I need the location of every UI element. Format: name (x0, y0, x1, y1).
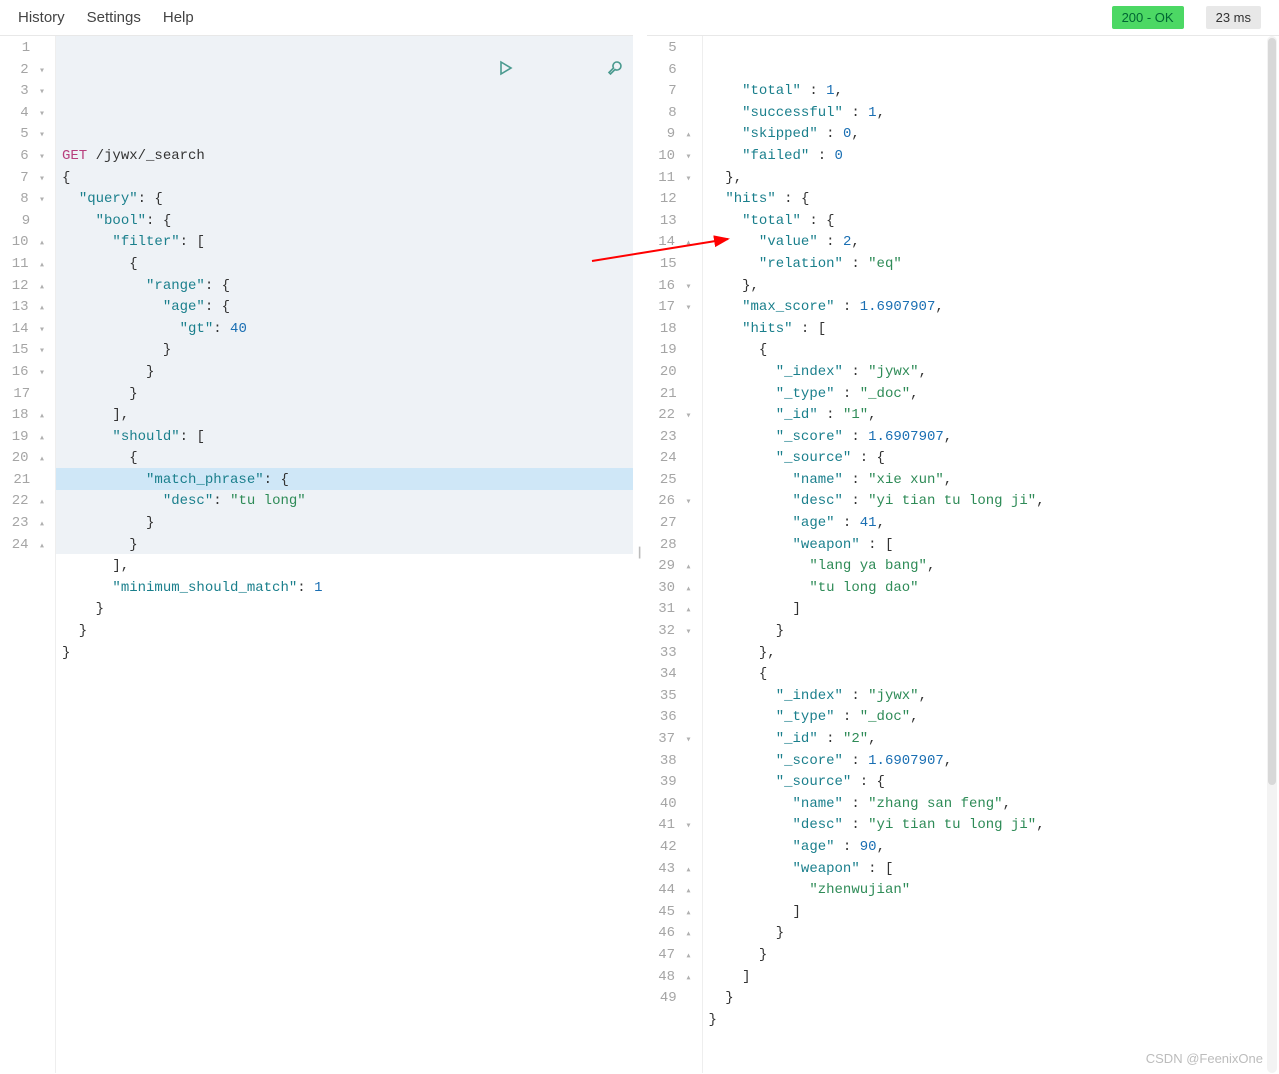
code-line: "lang ya bang", (709, 556, 1279, 578)
code-line: "_score" : 1.6907907, (709, 427, 1279, 449)
code-line: "gt": 40 (62, 319, 633, 341)
code-line: "desc": "tu long" (62, 491, 633, 513)
code-line: "_index" : "jywx", (709, 362, 1279, 384)
code-line: } (62, 643, 633, 665)
status-time: 23 ms (1206, 6, 1261, 29)
code-line: } (62, 513, 633, 535)
code-line: ] (709, 967, 1279, 989)
code-line: }, (709, 168, 1279, 190)
menubar: History Settings Help 200 - OK 23 ms (0, 0, 1279, 35)
response-gutter: 5 6 7 8 9 ▴10 ▾11 ▾12 13 14 ▴15 16 ▾17 ▾… (647, 36, 703, 1073)
code-line: "query": { (62, 189, 633, 211)
code-line: } (709, 923, 1279, 945)
code-line: "_index" : "jywx", (709, 686, 1279, 708)
code-line: "_score" : 1.6907907, (709, 751, 1279, 773)
code-line: { (709, 664, 1279, 686)
code-line: "hits" : { (709, 189, 1279, 211)
code-line: "minimum_should_match": 1 (62, 578, 633, 600)
code-line: "skipped" : 0, (709, 124, 1279, 146)
code-line: "weapon" : [ (709, 535, 1279, 557)
request-pane: 1 2 ▾3 ▾4 ▾5 ▾6 ▾7 ▾8 ▾9 10 ▴11 ▴12 ▴13 … (0, 35, 633, 1073)
code-line: "_id" : "1", (709, 405, 1279, 427)
code-line: "range": { (62, 276, 633, 298)
code-line: ], (62, 556, 633, 578)
menu-history[interactable]: History (18, 9, 65, 26)
status-badge: 200 - OK (1112, 6, 1184, 29)
code-line: { (62, 168, 633, 190)
pane-divider[interactable]: ┃ (633, 35, 647, 1073)
code-line: "total" : { (709, 211, 1279, 233)
code-line: "should": [ (62, 427, 633, 449)
request-editor[interactable]: GET /jywx/_search{ "query": { "bool": { … (56, 36, 633, 1073)
run-icon[interactable] (414, 38, 514, 106)
code-line: "filter": [ (62, 232, 633, 254)
code-line: GET /jywx/_search (62, 146, 633, 168)
code-line: } (709, 1010, 1279, 1032)
code-line: ], (62, 405, 633, 427)
menu-settings[interactable]: Settings (87, 9, 141, 26)
code-line: "max_score" : 1.6907907, (709, 297, 1279, 319)
code-line: ] (709, 902, 1279, 924)
code-line: "name" : "zhang san feng", (709, 794, 1279, 816)
response-viewer[interactable]: "total" : 1, "successful" : 1, "skipped"… (703, 36, 1279, 1073)
code-line: } (709, 945, 1279, 967)
code-line: } (62, 340, 633, 362)
code-line: "zhenwujian" (709, 880, 1279, 902)
code-line: { (709, 340, 1279, 362)
run-icons (414, 38, 622, 106)
menu-help[interactable]: Help (163, 9, 194, 26)
code-line: } (709, 621, 1279, 643)
code-line: "total" : 1, (709, 81, 1279, 103)
code-line: "bool": { (62, 211, 633, 233)
code-line: "age": { (62, 297, 633, 319)
code-line: } (62, 535, 633, 557)
code-line: "desc" : "yi tian tu long ji", (709, 815, 1279, 837)
code-line: "_source" : { (709, 772, 1279, 794)
code-line: }, (709, 643, 1279, 665)
code-line: "age" : 90, (709, 837, 1279, 859)
code-line: "value" : 2, (709, 232, 1279, 254)
request-gutter: 1 2 ▾3 ▾4 ▾5 ▾6 ▾7 ▾8 ▾9 10 ▴11 ▴12 ▴13 … (0, 36, 56, 1073)
code-line: } (709, 988, 1279, 1010)
code-line: }, (709, 276, 1279, 298)
editor-panes: 1 2 ▾3 ▾4 ▾5 ▾6 ▾7 ▾8 ▾9 10 ▴11 ▴12 ▴13 … (0, 35, 1279, 1073)
code-line: } (62, 384, 633, 406)
code-line: "_type" : "_doc", (709, 707, 1279, 729)
wrench-icon[interactable] (522, 38, 622, 106)
code-line: } (62, 362, 633, 384)
watermark: CSDN @FeenixOne (1146, 1051, 1263, 1066)
code-line: "_source" : { (709, 448, 1279, 470)
code-line: "name" : "xie xun", (709, 470, 1279, 492)
code-line: "match_phrase": { (62, 470, 633, 492)
code-line: { (62, 254, 633, 276)
code-line: ] (709, 599, 1279, 621)
code-line: "relation" : "eq" (709, 254, 1279, 276)
code-line: "failed" : 0 (709, 146, 1279, 168)
code-line: { (62, 448, 633, 470)
code-line: "desc" : "yi tian tu long ji", (709, 491, 1279, 513)
code-line: "age" : 41, (709, 513, 1279, 535)
response-pane: 5 6 7 8 9 ▴10 ▾11 ▾12 13 14 ▴15 16 ▾17 ▾… (647, 35, 1279, 1073)
code-line: "weapon" : [ (709, 859, 1279, 881)
code-line: } (62, 621, 633, 643)
code-line: "_id" : "2", (709, 729, 1279, 751)
code-line: "tu long dao" (709, 578, 1279, 600)
code-line: "successful" : 1, (709, 103, 1279, 125)
code-line: } (62, 599, 633, 621)
code-line: "_type" : "_doc", (709, 384, 1279, 406)
code-line: "hits" : [ (709, 319, 1279, 341)
